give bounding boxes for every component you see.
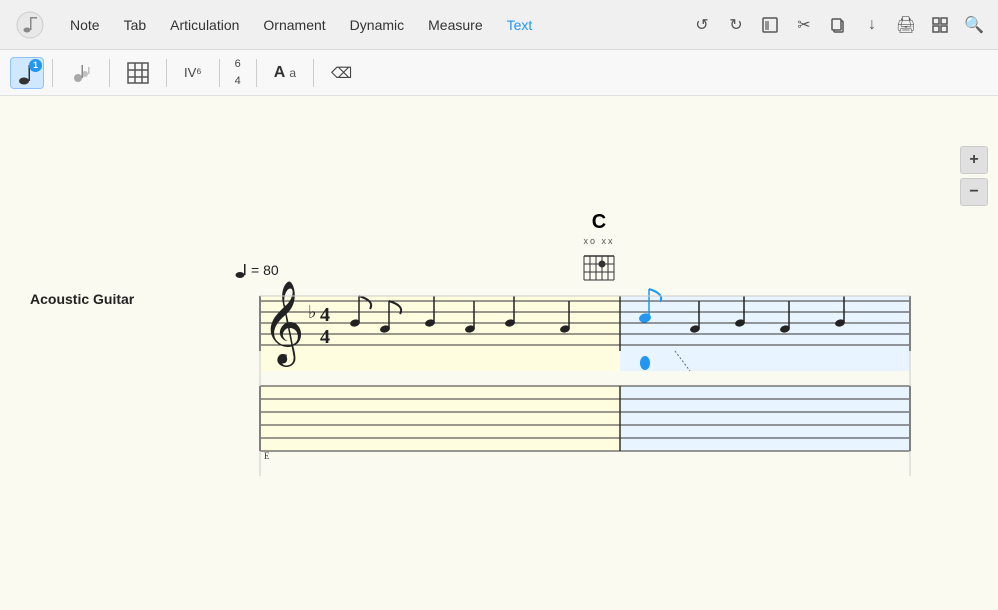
- roman-numeral-button[interactable]: IV⁶: [175, 57, 211, 89]
- time-sig-label: 6: [235, 58, 241, 70]
- separator-6: [313, 59, 314, 87]
- menu-bar: Note Tab Articulation Ornament Dynamic M…: [0, 0, 998, 50]
- voice-button[interactable]: [61, 57, 101, 89]
- download-icon[interactable]: ↓: [858, 11, 886, 39]
- menu-tab[interactable]: Tab: [112, 11, 159, 39]
- time-sig-denom: 4: [235, 75, 241, 87]
- svg-text:4: 4: [320, 326, 330, 348]
- delete-button[interactable]: ⌫: [322, 57, 361, 89]
- instrument-label: Acoustic Guitar: [30, 291, 134, 307]
- delete-icon: ⌫: [331, 64, 352, 82]
- chord-name: C: [580, 211, 618, 234]
- toolbar: 1 IV⁶ 6 4 Aa: [0, 50, 998, 96]
- remove-measure-button[interactable]: −: [960, 178, 988, 206]
- print-icon[interactable]: 🖨: [892, 11, 920, 39]
- separator-3: [166, 59, 167, 87]
- menu-dynamic[interactable]: Dynamic: [338, 11, 416, 39]
- grid-button[interactable]: [118, 57, 158, 89]
- text-style-button[interactable]: Aa: [265, 57, 305, 89]
- chord-xo: xo xx: [580, 236, 618, 246]
- menu-measure[interactable]: Measure: [416, 11, 494, 39]
- svg-text:♭: ♭: [308, 302, 317, 322]
- separator-1: [52, 59, 53, 87]
- redo-icon[interactable]: ↻: [722, 11, 750, 39]
- side-buttons: + −: [960, 146, 988, 206]
- separator-4: [219, 59, 220, 87]
- undo-icon[interactable]: ↺: [688, 11, 716, 39]
- main-content: Acoustic Guitar = 80 C xo xx: [0, 96, 998, 610]
- menu-ornament[interactable]: Ornament: [251, 11, 337, 39]
- svg-text:8: 8: [282, 352, 288, 364]
- menu-note[interactable]: Note: [58, 11, 112, 39]
- app-logo: [10, 5, 50, 45]
- separator-5: [256, 59, 257, 87]
- svg-text:4: 4: [320, 304, 330, 326]
- separator-2: [109, 59, 110, 87]
- text-aa-label: A: [274, 64, 286, 82]
- menu-right-icons: ↺ ↻ ✂ ↓ 🖨 🔍: [688, 11, 988, 39]
- time-sig-button[interactable]: 6 4: [228, 57, 248, 89]
- add-measure-button[interactable]: +: [960, 146, 988, 174]
- svg-text:E: E: [264, 451, 270, 461]
- roman-numeral-label: IV⁶: [184, 65, 202, 80]
- cut-icon[interactable]: ✂: [790, 11, 818, 39]
- grid-icon[interactable]: [926, 11, 954, 39]
- score-area: Acoustic Guitar = 80 C xo xx: [0, 96, 998, 610]
- zoom-icon[interactable]: 🔍: [960, 11, 988, 39]
- staff-svg: 𝄞 ♭ 4 4: [220, 251, 920, 476]
- note-input-button[interactable]: 1: [10, 57, 44, 89]
- menu-text[interactable]: Text: [495, 11, 545, 39]
- menu-articulation[interactable]: Articulation: [158, 11, 251, 39]
- copy-icon[interactable]: [824, 11, 852, 39]
- window-icon[interactable]: [756, 11, 784, 39]
